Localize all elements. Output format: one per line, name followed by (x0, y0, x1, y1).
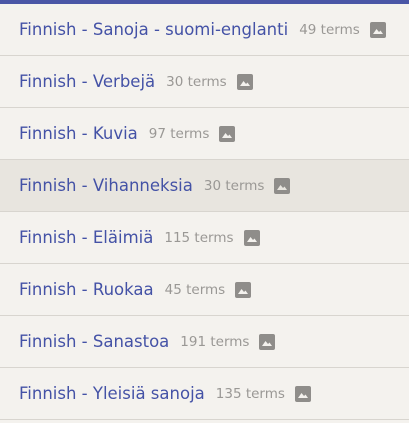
image-icon (294, 385, 311, 402)
image-icon (236, 73, 253, 90)
term-count: 115 terms (164, 229, 234, 246)
set-title[interactable]: Finnish - Ruokaa (19, 280, 154, 299)
term-count: 97 terms (148, 125, 210, 142)
set-title[interactable]: Finnish - Yleisiä sanoja (19, 384, 205, 403)
image-icon (274, 177, 291, 194)
study-set-list: Finnish - Sanoja - suomi-englanti 49 ter… (0, 4, 409, 420)
set-title[interactable]: Finnish - Verbejä (19, 72, 155, 91)
term-count: 135 terms (215, 385, 285, 402)
study-set-row[interactable]: Finnish - Kuvia 97 terms (0, 108, 409, 160)
set-title[interactable]: Finnish - Sanastoa (19, 332, 169, 351)
study-set-row[interactable]: Finnish - Sanastoa 191 terms (0, 316, 409, 368)
term-count: 30 terms (203, 177, 265, 194)
study-set-row[interactable]: Finnish - Verbejä 30 terms (0, 56, 409, 108)
image-icon (369, 21, 386, 38)
study-set-row[interactable]: Finnish - Yleisiä sanoja 135 terms (0, 368, 409, 420)
image-icon (243, 229, 260, 246)
image-icon (259, 333, 276, 350)
image-icon (235, 281, 252, 298)
term-count: 49 terms (299, 21, 360, 38)
set-title[interactable]: Finnish - Vihanneksia (19, 176, 193, 195)
study-set-row[interactable]: Finnish - Eläimiä 115 terms (0, 212, 409, 264)
term-count: 191 terms (180, 333, 250, 350)
term-count: 30 terms (166, 73, 227, 90)
set-title[interactable]: Finnish - Sanoja - suomi-englanti (19, 20, 288, 39)
study-set-row-hovered[interactable]: Finnish - Vihanneksia 30 terms (0, 160, 409, 212)
term-count: 45 terms (164, 281, 226, 298)
study-set-row[interactable]: Finnish - Sanoja - suomi-englanti 49 ter… (0, 4, 409, 56)
set-title[interactable]: Finnish - Eläimiä (19, 228, 153, 247)
study-set-row[interactable]: Finnish - Ruokaa 45 terms (0, 264, 409, 316)
set-title[interactable]: Finnish - Kuvia (19, 124, 138, 143)
image-icon (219, 125, 236, 142)
